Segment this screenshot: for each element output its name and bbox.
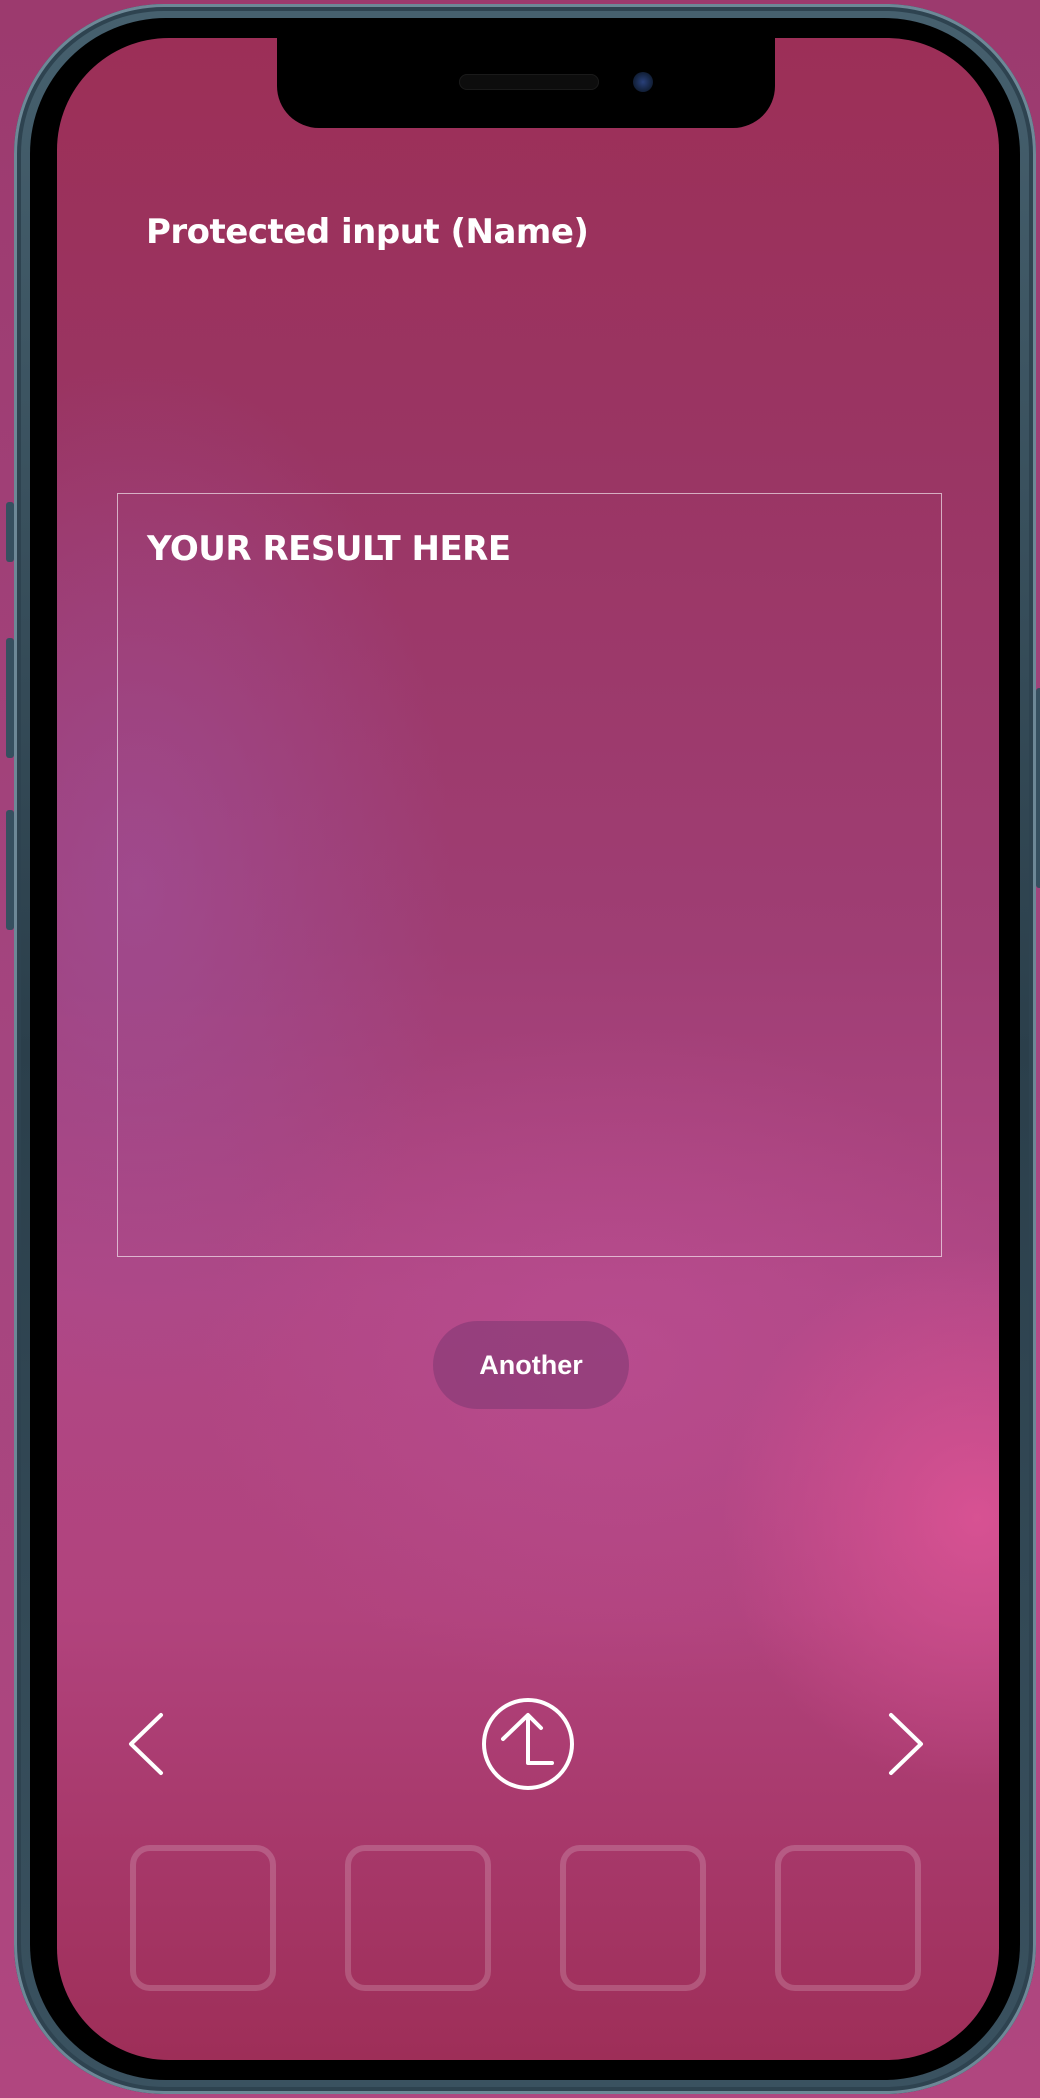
chevron-right-icon	[889, 1713, 923, 1775]
previous-button[interactable]	[125, 1711, 169, 1777]
slot-3[interactable]	[560, 1845, 706, 1991]
mute-switch	[6, 502, 14, 562]
notch	[277, 38, 775, 128]
result-box: YOUR RESULT HERE	[117, 493, 942, 1257]
front-camera	[633, 72, 653, 92]
another-button[interactable]: Another	[433, 1321, 629, 1409]
speaker-grille	[459, 74, 599, 90]
volume-down-button	[6, 810, 14, 930]
slot-2[interactable]	[345, 1845, 491, 1991]
page-title: Protected input (Name)	[146, 212, 589, 252]
next-button[interactable]	[883, 1711, 927, 1777]
result-placeholder: YOUR RESULT HERE	[147, 529, 511, 569]
slot-4[interactable]	[775, 1845, 921, 1991]
power-button	[1036, 688, 1040, 888]
arrow-up-circle-icon	[482, 1698, 574, 1790]
volume-up-button	[6, 638, 14, 758]
chevron-left-icon	[129, 1713, 163, 1775]
slot-1[interactable]	[130, 1845, 276, 1991]
upload-button[interactable]	[481, 1697, 575, 1791]
app-screen: Protected input (Name) YOUR RESULT HERE …	[57, 38, 999, 2060]
